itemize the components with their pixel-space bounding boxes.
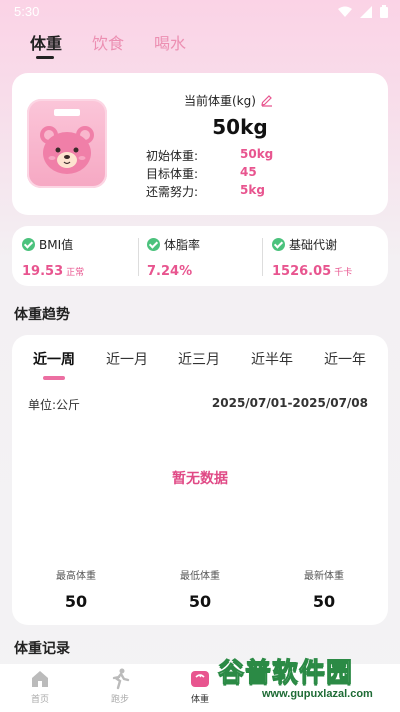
summary-lowest-value: 50 bbox=[188, 592, 212, 611]
period-active-indicator bbox=[43, 376, 65, 380]
check-icon bbox=[272, 238, 285, 251]
date-range: 2025/07/01-2025/07/08 bbox=[211, 396, 368, 410]
watermark-title: 谷普软件园 bbox=[217, 657, 354, 688]
remaining-weight-label: 还需努力: bbox=[146, 185, 199, 199]
divider bbox=[138, 238, 139, 276]
cellular-signal-icon bbox=[360, 5, 372, 18]
summary-lowest-label: 最低体重 bbox=[180, 571, 220, 582]
tab-weight[interactable]: 体重 bbox=[30, 30, 62, 54]
current-weight-label: 当前体重(kg) bbox=[184, 94, 256, 108]
status-icons bbox=[338, 5, 388, 18]
body-stats-card: BMI值 19.53 正常 体脂率 7.24% 基础代谢 1526.05 千卡 bbox=[12, 226, 388, 286]
initial-weight-label: 初始体重: bbox=[146, 149, 199, 163]
stat-bmr-value: 1526.05 bbox=[272, 264, 332, 279]
running-icon bbox=[112, 668, 130, 690]
stat-bmr-unit: 千卡 bbox=[334, 268, 353, 278]
edit-pencil-icon[interactable] bbox=[260, 94, 273, 107]
check-icon bbox=[22, 238, 35, 251]
summary-highest: 最高体重 50 bbox=[26, 567, 126, 611]
home-icon bbox=[32, 671, 48, 687]
watermark-url: www.gupuxlazal.com bbox=[262, 688, 373, 700]
summary-lowest: 最低体重 50 bbox=[150, 567, 250, 611]
watermark-logo: 谷普软件园 www.gupuxlazal.com bbox=[217, 652, 400, 712]
summary-highest-label: 最高体重 bbox=[56, 571, 96, 582]
tab-water[interactable]: 喝水 bbox=[154, 30, 186, 54]
current-weight-label-row: 当前体重(kg) bbox=[184, 92, 273, 109]
battery-icon bbox=[380, 5, 388, 18]
tab-active-indicator bbox=[36, 56, 54, 59]
summary-highest-value: 50 bbox=[64, 592, 88, 611]
records-section-title: 体重记录 bbox=[14, 641, 70, 657]
period-tab-week[interactable]: 近一周 bbox=[33, 349, 75, 369]
wifi-icon bbox=[338, 6, 352, 17]
divider bbox=[262, 238, 263, 276]
top-tabs: 体重 饮食 喝水 bbox=[30, 30, 186, 54]
period-tab-half-year[interactable]: 近半年 bbox=[251, 349, 293, 369]
remaining-weight-value: 5kg bbox=[240, 183, 265, 197]
summary-latest-value: 50 bbox=[312, 592, 336, 611]
period-tab-month[interactable]: 近一月 bbox=[106, 349, 148, 369]
status-bar: 5:30 bbox=[0, 0, 400, 24]
trend-section-title: 体重趋势 bbox=[14, 307, 70, 323]
bear-face-icon bbox=[40, 126, 94, 174]
stat-bmr-label: 基础代谢 bbox=[289, 238, 338, 252]
scale-illustration bbox=[27, 99, 107, 188]
period-tabs: 近一周 近一月 近三月 近半年 近一年 bbox=[12, 349, 388, 371]
stat-body-fat-value: 7.24% bbox=[147, 264, 193, 279]
stat-bmi-value: 19.53 bbox=[22, 264, 64, 279]
summary-latest-label: 最新体重 bbox=[304, 571, 344, 582]
target-weight-value: 45 bbox=[240, 165, 257, 179]
scale-icon bbox=[191, 671, 209, 687]
nav-home-label: 首页 bbox=[30, 695, 49, 705]
target-weight-label: 目标体重: bbox=[146, 167, 199, 181]
nav-home[interactable]: 首页 bbox=[10, 668, 70, 705]
unit-label: 单位:公斤 bbox=[28, 398, 81, 412]
weight-trend-card: 近一周 近一月 近三月 近半年 近一年 单位:公斤 2025/07/01-202… bbox=[12, 335, 388, 625]
nav-running[interactable]: 跑步 bbox=[90, 668, 150, 705]
summary-latest: 最新体重 50 bbox=[274, 567, 374, 611]
stat-bmi-label: BMI值 bbox=[39, 238, 74, 252]
check-icon bbox=[147, 238, 160, 251]
status-time: 5:30 bbox=[14, 4, 40, 19]
period-tab-three-months[interactable]: 近三月 bbox=[178, 349, 220, 369]
initial-weight-value: 50kg bbox=[240, 147, 274, 161]
stat-bmi-status: 正常 bbox=[66, 268, 85, 278]
stat-body-fat-label: 体脂率 bbox=[164, 238, 201, 252]
scale-display bbox=[54, 109, 80, 116]
tab-diet[interactable]: 饮食 bbox=[92, 30, 124, 54]
current-weight-value: 50kg bbox=[212, 115, 268, 139]
nav-running-label: 跑步 bbox=[110, 695, 129, 705]
period-tab-year[interactable]: 近一年 bbox=[324, 349, 366, 369]
no-data-message: 暂无数据 bbox=[172, 471, 228, 487]
